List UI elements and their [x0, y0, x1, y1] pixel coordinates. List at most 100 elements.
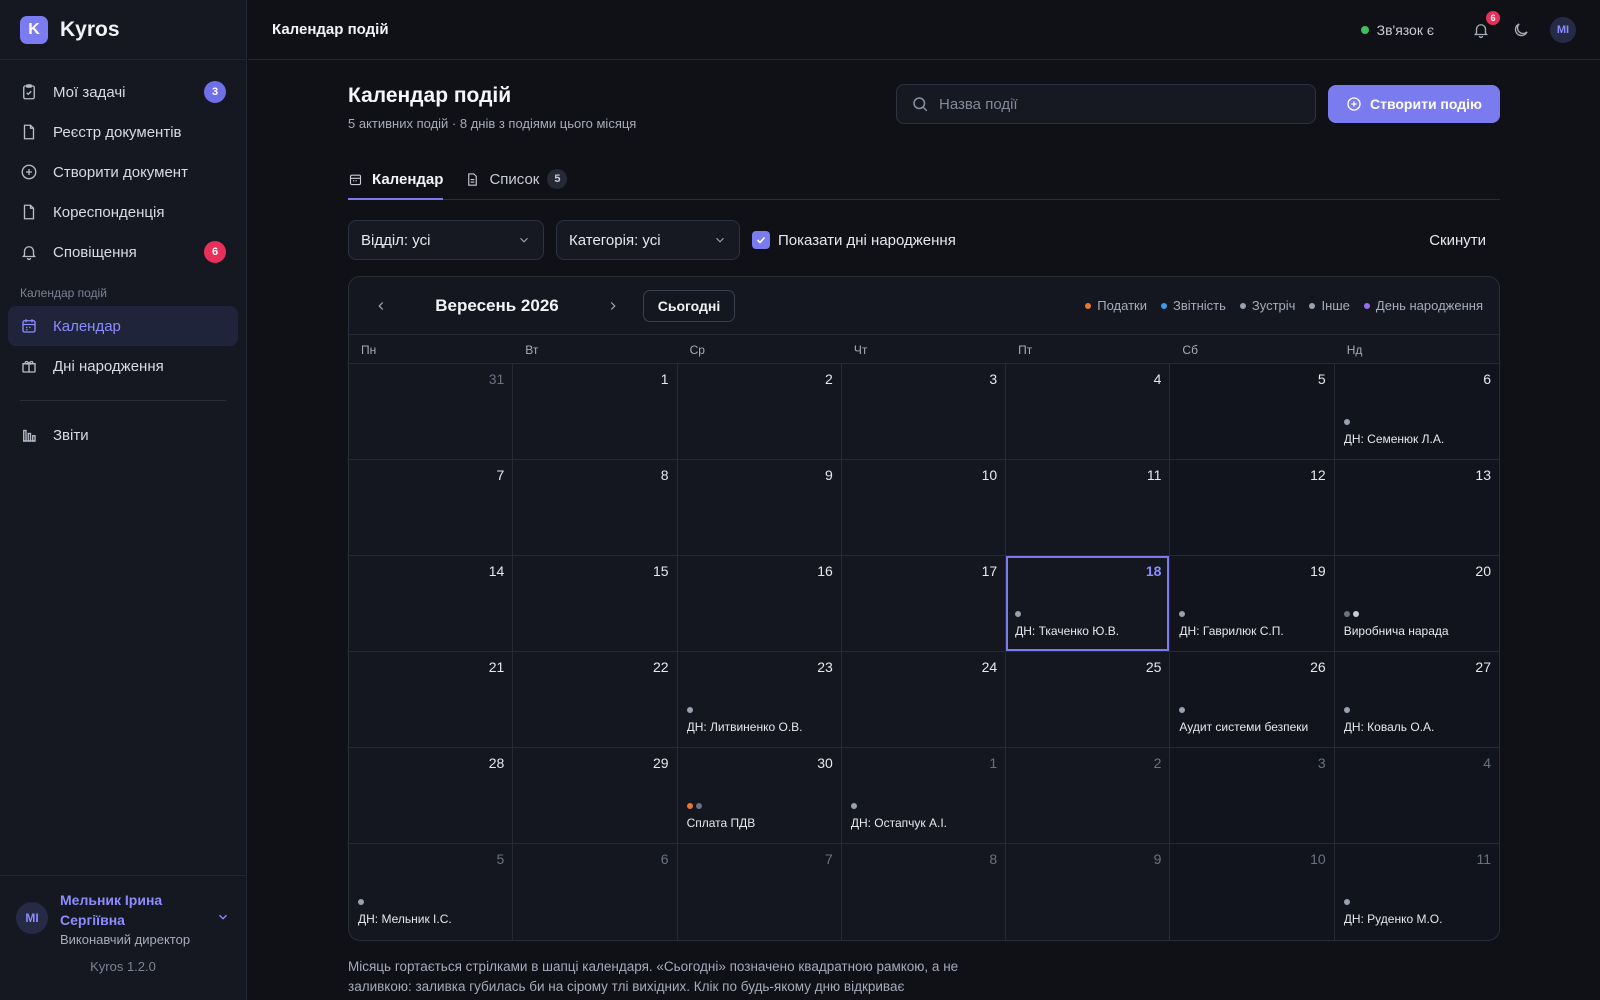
calendar-day[interactable]: 4 — [1006, 364, 1171, 460]
day-number: 4 — [1153, 371, 1162, 387]
tab-calendar[interactable]: Календар — [348, 159, 444, 200]
theme-toggle-button[interactable] — [1510, 19, 1532, 41]
calendar-day[interactable]: 19 ДН: Гаврилюк С.П. — [1170, 556, 1335, 652]
prev-month-button[interactable] — [365, 290, 397, 322]
connection-label: Зв'язок є — [1376, 21, 1434, 38]
calendar-day[interactable]: 6 — [513, 844, 678, 940]
calendar-day[interactable]: 30 Сплата ПДВ — [677, 748, 842, 844]
calendar-day[interactable]: 6 ДН: Семенюк Л.А. — [1334, 364, 1499, 460]
calendar-day[interactable]: 28 — [349, 748, 514, 844]
calendar-day[interactable]: 3 — [841, 364, 1007, 460]
event-title[interactable]: ДН: Руденко М.О. — [1344, 912, 1493, 926]
event-title[interactable]: ДН: Остапчук А.І. — [851, 816, 999, 830]
calendar-day[interactable]: 13 — [1334, 460, 1499, 556]
day-number: 3 — [1317, 755, 1326, 771]
search-box[interactable] — [896, 84, 1316, 124]
brand[interactable]: K Kyros — [0, 0, 246, 60]
calendar-day[interactable]: 26 Аудит системи безпеки — [1170, 652, 1335, 748]
calendar-day[interactable]: 9 — [677, 460, 842, 556]
day-number: 19 — [1310, 563, 1326, 579]
calendar-day[interactable]: 5 ДН: Мельник І.С. — [349, 844, 514, 940]
calendar-day[interactable]: 31 — [349, 364, 514, 460]
calendar-day[interactable]: 29 — [513, 748, 678, 844]
event-title[interactable]: ДН: Семенюк Л.А. — [1344, 432, 1493, 446]
tab-label: Список — [489, 170, 540, 188]
department-select[interactable]: Відділ: усі — [348, 220, 544, 260]
calendar-day[interactable]: 7 — [349, 460, 514, 556]
calendar-day[interactable]: 27 ДН: Коваль О.А. — [1334, 652, 1499, 748]
show-birthdays-checkbox[interactable]: Показати дні народження — [752, 231, 1429, 249]
calendar-day[interactable]: 21 — [349, 652, 514, 748]
calendar-day[interactable]: 2 — [1006, 748, 1171, 844]
calendar-day[interactable]: 24 — [841, 652, 1007, 748]
checkmark-icon[interactable] — [752, 231, 770, 249]
calendar-day[interactable]: 8 — [513, 460, 678, 556]
topbar-avatar[interactable]: MI — [1550, 16, 1576, 43]
sidebar-item-calendar[interactable]: Календар — [8, 306, 238, 346]
calendar-header: Вересень 2026 Сьогодні Податки Звітність З… — [349, 277, 1499, 335]
weekday-label: Нд — [1346, 343, 1363, 357]
sidebar-item-my-tasks[interactable]: Мої задачі 3 — [8, 72, 238, 112]
calendar-day[interactable]: 11 ДН: Руденко М.О. — [1334, 844, 1499, 940]
tab-list[interactable]: Список 5 — [465, 159, 568, 199]
category-select-value: Категорія: усі — [569, 231, 661, 249]
sidebar-item-documents-registry[interactable]: Реєстр документів — [8, 112, 238, 152]
calendar-day[interactable]: 5 — [1170, 364, 1335, 460]
sidebar-item-correspondence[interactable]: Кореспонденція — [8, 192, 238, 232]
sidebar-item-notifications[interactable]: Сповіщення 6 — [8, 232, 238, 272]
event-title[interactable]: ДН: Коваль О.А. — [1344, 720, 1493, 734]
event-title[interactable]: Сплата ПДВ — [687, 816, 835, 830]
calendar-day[interactable]: 7 — [678, 844, 842, 940]
calendar-day[interactable]: 11 — [1006, 460, 1171, 556]
calendar-day[interactable]: 14 — [349, 556, 514, 652]
event-dots — [850, 803, 860, 809]
user-profile[interactable]: MI Мельник Ірина Сергіївна Виконавчий ди… — [0, 875, 246, 1000]
calendar-grid: 31 1 2 3 4 5 6 ДН: Семенюк Л.А. 7 8 9 10 11 12 13 14 15 1… — [349, 364, 1499, 940]
event-title[interactable]: ДН: Ткаченко Ю.В. — [1015, 624, 1163, 638]
create-event-button[interactable]: Створити подію — [1328, 85, 1500, 123]
notifications-button[interactable]: 6 — [1470, 10, 1500, 41]
today-button[interactable]: Сьогодні — [643, 289, 735, 322]
calendar-day[interactable]: 1 ДН: Остапчук А.І. — [841, 748, 1007, 844]
brand-logo[interactable]: K — [20, 15, 48, 44]
calendar-day[interactable]: 17 — [841, 556, 1007, 652]
calendar-day[interactable]: 22 — [513, 652, 678, 748]
calendar-day[interactable]: 3 — [1170, 748, 1335, 844]
calendar-day[interactable]: 1 — [513, 364, 678, 460]
day-number: 7 — [825, 851, 833, 867]
event-title[interactable]: Аудит системи безпеки — [1179, 720, 1327, 734]
tasks-count-badge: 3 — [204, 81, 226, 103]
calendar-day[interactable]: 15 — [513, 556, 678, 652]
weekday-label: Пт — [1018, 343, 1033, 357]
reset-filters-button[interactable]: Скинути — [1429, 232, 1500, 249]
event-title[interactable]: ДН: Гаврилюк С.П. — [1179, 624, 1327, 638]
calendar-day[interactable]: 20 Виробнича нарада — [1334, 556, 1499, 652]
calendar-day[interactable]: 10 — [1170, 844, 1335, 940]
calendar-day[interactable]: 16 — [677, 556, 842, 652]
sidebar-item-reports[interactable]: Звіти — [8, 415, 238, 455]
sidebar-item-birthdays[interactable]: Дні народження — [8, 346, 238, 386]
event-title[interactable]: ДН: Мельник І.С. — [358, 912, 506, 926]
calendar-day[interactable]: 23 ДН: Литвиненко О.В. — [677, 652, 842, 748]
calendar-day[interactable]: 9 — [1006, 844, 1171, 940]
calendar-day[interactable]: 12 — [1170, 460, 1335, 556]
plus-circle-icon — [20, 163, 38, 181]
day-number: 11 — [1146, 467, 1162, 483]
calendar-day-today[interactable]: 18 ДН: Ткаченко Ю.В. — [1006, 556, 1171, 652]
day-number: 27 — [1475, 659, 1491, 675]
sidebar-item-create-document[interactable]: Створити документ — [8, 152, 238, 192]
event-title[interactable]: ДН: Литвиненко О.В. — [687, 720, 835, 734]
category-select[interactable]: Категорія: усі — [556, 220, 740, 260]
department-select-value: Відділ: усі — [361, 231, 431, 249]
calendar-day[interactable]: 25 — [1006, 652, 1171, 748]
chevron-down-icon[interactable] — [216, 910, 230, 927]
calendar-day[interactable]: 10 — [841, 460, 1007, 556]
calendar-day[interactable]: 8 — [842, 844, 1007, 940]
notifications-badge: 6 — [1486, 10, 1500, 25]
calendar-day[interactable]: 4 — [1334, 748, 1499, 844]
search-input[interactable] — [939, 95, 1299, 113]
next-month-button[interactable] — [597, 290, 629, 322]
calendar-day[interactable]: 2 — [677, 364, 842, 460]
event-title[interactable]: Виробнича нарада — [1344, 624, 1493, 638]
day-number: 11 — [1476, 851, 1491, 867]
